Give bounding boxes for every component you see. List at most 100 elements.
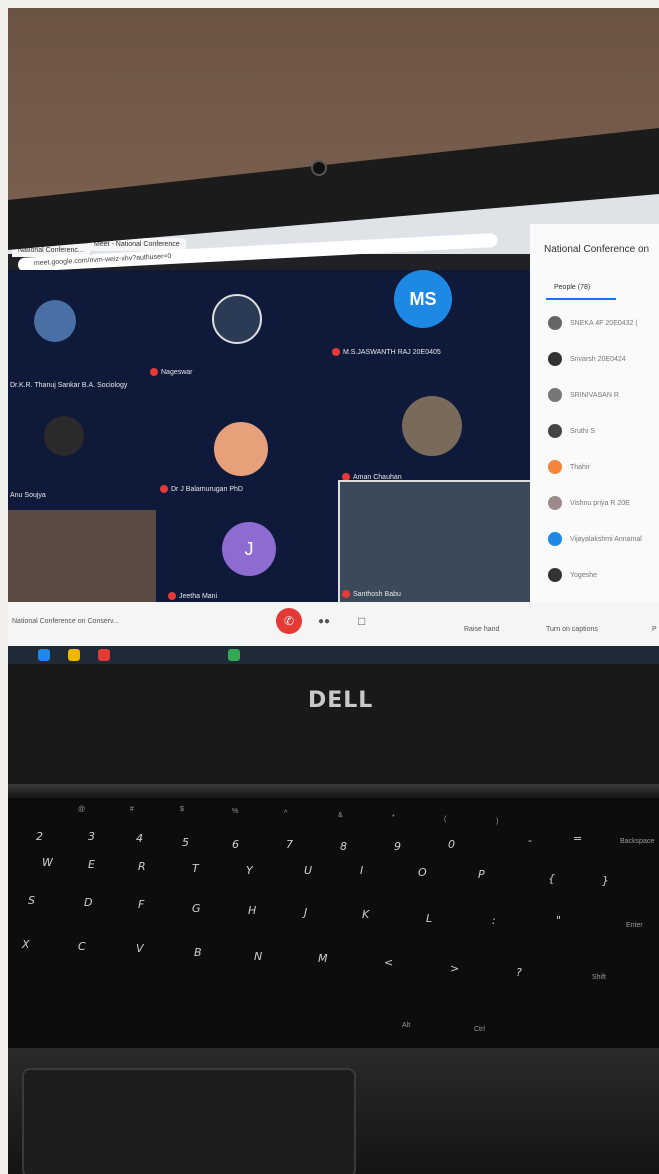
key-n[interactable]: N <box>254 950 262 963</box>
key-l[interactable]: L <box>426 912 432 925</box>
key-y[interactable]: Y <box>246 864 253 877</box>
key-quote[interactable]: " <box>556 914 561 927</box>
key-e[interactable]: E <box>88 858 95 871</box>
microphone-icon[interactable]: ●● <box>318 616 330 627</box>
key-8[interactable]: 8 <box>340 840 347 853</box>
key-ctrl[interactable]: Ctrl <box>474 1026 485 1033</box>
key-shift[interactable]: Shift <box>592 974 606 981</box>
avatar <box>548 424 562 438</box>
mic-off-icon <box>160 485 168 493</box>
people-list-item[interactable]: Vijayalakshmi Annamal <box>548 532 642 550</box>
captions-button[interactable]: Turn on captions <box>546 626 598 633</box>
key-7[interactable]: 7 <box>286 838 293 851</box>
mic-off-icon <box>342 590 350 598</box>
key-r[interactable]: R <box>138 860 146 873</box>
avatar <box>548 532 562 546</box>
people-list-item[interactable]: Thahir <box>548 460 590 478</box>
meet-controls: National Conference on Conserv... ✆ ●● □… <box>8 602 659 646</box>
mic-off-icon <box>332 348 340 356</box>
key-t[interactable]: T <box>192 862 199 875</box>
key-colon[interactable]: : <box>492 914 496 927</box>
camera-icon[interactable]: □ <box>358 614 365 628</box>
participant-name: Jeetha Mani <box>168 592 217 600</box>
chrome-icon[interactable] <box>228 649 240 661</box>
key-comma[interactable]: < <box>384 956 393 969</box>
key-enter[interactable]: Enter <box>626 922 643 929</box>
key-d[interactable]: D <box>84 896 92 909</box>
key-m[interactable]: M <box>318 952 328 965</box>
key-h[interactable]: H <box>248 904 256 917</box>
key-f[interactable]: F <box>138 898 144 911</box>
key-g[interactable]: G <box>192 902 201 915</box>
key-bracket-right[interactable]: } <box>602 874 609 887</box>
present-button[interactable]: P <box>652 626 657 633</box>
touchpad[interactable] <box>22 1068 356 1174</box>
people-list-item[interactable]: Srivarsh 20E0424 <box>548 352 626 370</box>
laptop-screen: National Conferenc... Meet - National Co… <box>8 194 659 664</box>
raise-hand-button[interactable]: Raise hand <box>464 626 499 633</box>
people-list-item[interactable]: SRINIVASAN R <box>548 388 619 406</box>
participant-name: Santhosh Babu <box>342 590 401 598</box>
key-label: # <box>130 806 134 813</box>
participant-name-text: Jeetha Mani <box>179 592 218 600</box>
key-label: ^ <box>284 810 288 817</box>
key-label: * <box>392 814 395 821</box>
key-p[interactable]: P <box>478 868 485 881</box>
person-name: SRINIVASAN R <box>570 391 619 399</box>
key-label: % <box>232 808 239 815</box>
person-name: Vijayalakshmi Annamal <box>570 535 642 543</box>
end-call-button[interactable]: ✆ <box>276 608 302 634</box>
key-j[interactable]: J <box>304 906 307 919</box>
key-label: ) <box>496 818 499 825</box>
key-c[interactable]: C <box>78 940 86 953</box>
key-backspace[interactable]: Backspace <box>620 838 654 845</box>
key-label: $ <box>180 806 184 813</box>
key-equals[interactable]: = <box>573 832 582 845</box>
app-icon[interactable] <box>98 649 110 661</box>
participant-video-active <box>338 480 538 606</box>
participant-name: Dr J Balamurugan PhD <box>160 485 243 493</box>
key-x[interactable]: X <box>22 938 30 951</box>
people-panel: National Conference on People (78) SNEKA… <box>530 224 659 634</box>
person-name: Yogeshe <box>570 571 597 579</box>
key-label: @ <box>78 806 86 813</box>
key-label: ( <box>444 816 447 823</box>
key-3[interactable]: 3 <box>88 830 95 843</box>
edge-icon[interactable] <box>38 649 50 661</box>
person-name: SNEKA 4F 20E0432 ( <box>570 319 638 327</box>
key-v[interactable]: V <box>136 942 144 955</box>
key-slash[interactable]: ? <box>516 966 522 979</box>
key-i[interactable]: I <box>360 864 363 877</box>
key-minus[interactable]: - <box>528 834 532 847</box>
key-5[interactable]: 5 <box>182 836 189 849</box>
key-6[interactable]: 6 <box>232 838 239 851</box>
key-u[interactable]: U <box>304 864 312 877</box>
people-list-item[interactable]: SNEKA 4F 20E0432 ( <box>548 316 638 334</box>
keyboard-deck: @ # $ % ^ & * ( ) 2 3 4 5 6 7 8 9 0 - = … <box>8 798 659 1048</box>
participant-avatar <box>44 416 84 456</box>
key-s[interactable]: S <box>28 894 35 907</box>
participant-name: Nageswar <box>150 368 193 376</box>
people-list-item[interactable]: Vishnu priya R 20E <box>548 496 630 514</box>
tab-people[interactable]: People (78) <box>554 284 590 291</box>
person-name: Vishnu priya R 20E <box>570 499 630 507</box>
key-k[interactable]: K <box>362 908 369 921</box>
folder-icon[interactable] <box>68 649 80 661</box>
key-period[interactable]: > <box>450 962 459 975</box>
key-w[interactable]: W <box>42 856 53 869</box>
participant-name: M.S.JASWANTH RAJ 20E0405 <box>332 348 441 356</box>
people-list-item[interactable]: Yogeshe <box>548 568 597 586</box>
tab-indicator <box>546 298 616 300</box>
key-9[interactable]: 9 <box>394 840 401 853</box>
key-0[interactable]: 0 <box>448 838 455 851</box>
people-list-item[interactable]: Sruthi S <box>548 424 595 442</box>
key-b[interactable]: B <box>194 946 202 959</box>
key-2[interactable]: 2 <box>36 830 43 843</box>
key-4[interactable]: 4 <box>136 832 143 845</box>
key-bracket-left[interactable]: { <box>548 872 555 885</box>
participant-video <box>8 510 156 610</box>
participant-name-text: M.S.JASWANTH RAJ 20E0405 <box>343 348 441 356</box>
key-alt[interactable]: Alt <box>402 1022 410 1029</box>
key-o[interactable]: O <box>418 866 427 879</box>
person-name: Thahir <box>570 463 590 471</box>
